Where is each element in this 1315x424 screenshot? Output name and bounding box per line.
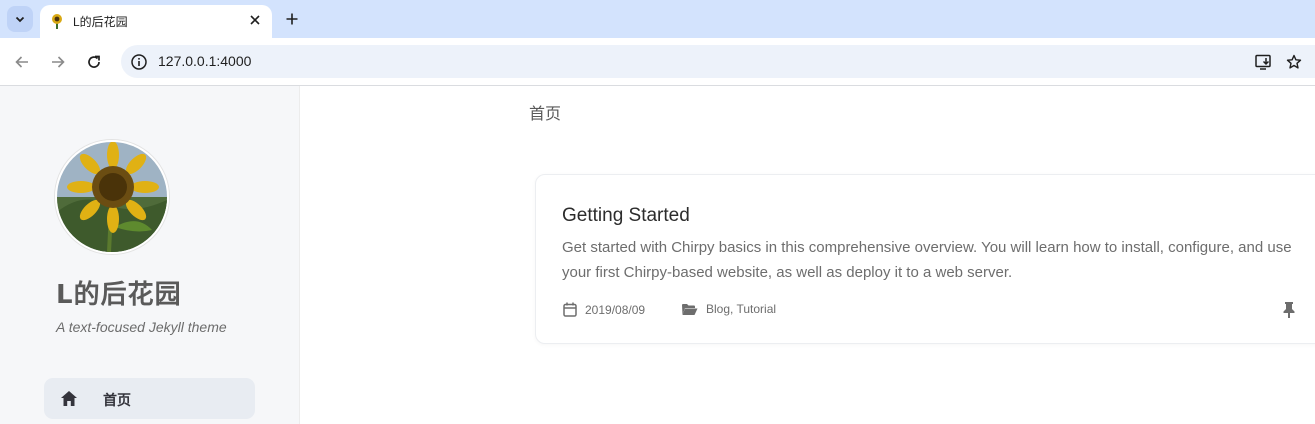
tab-close-button[interactable] (247, 12, 263, 28)
chevron-down-icon (15, 16, 25, 23)
browser-tabstrip: L的后花园 (0, 0, 1315, 38)
new-tab-button[interactable] (281, 8, 303, 30)
bookmark-button[interactable] (1284, 52, 1304, 72)
sidebar-item-home[interactable]: 首页 (44, 378, 255, 419)
home-icon (61, 391, 77, 406)
arrow-left-icon (15, 56, 28, 68)
info-icon[interactable] (130, 53, 148, 71)
star-icon (1286, 54, 1302, 69)
post-categories-text[interactable]: Blog, Tutorial (706, 302, 776, 316)
browser-tab-active[interactable]: L的后花园 (40, 5, 272, 38)
breadcrumb: 首页 (529, 104, 562, 123)
install-app-button[interactable] (1253, 52, 1273, 72)
post-excerpt: Get started with Chirpy basics in this c… (562, 239, 1292, 281)
reload-button[interactable] (82, 50, 106, 74)
back-button[interactable] (10, 50, 34, 74)
arrow-right-icon (52, 56, 65, 68)
tab-search-button[interactable] (7, 6, 33, 32)
post-date: 2019/08/09 (563, 302, 645, 317)
avatar-image (57, 142, 167, 252)
reload-icon (88, 55, 100, 68)
browser-toolbar: 127.0.0.1:4000 (0, 38, 1315, 86)
close-icon (250, 15, 260, 25)
forward-button[interactable] (46, 50, 70, 74)
address-bar[interactable]: 127.0.0.1:4000 (121, 45, 1315, 78)
post-card[interactable]: Getting Started Get started with Chirpy … (535, 174, 1315, 344)
sunflower-avatar[interactable] (55, 140, 169, 254)
plus-icon (286, 13, 298, 25)
folder-open-icon (682, 303, 698, 315)
site-subtitle: A text-focused Jekyll theme (56, 319, 227, 335)
calendar-icon (563, 302, 577, 317)
tab-title: L的后花园 (73, 15, 128, 29)
sunflower-favicon (52, 14, 62, 29)
post-date-text: 2019/08/09 (585, 302, 646, 317)
post-title[interactable]: Getting Started (562, 205, 690, 227)
url-text[interactable]: 127.0.0.1:4000 (158, 53, 251, 69)
site-title[interactable]: L的后花园 (56, 274, 182, 311)
sidebar: L的后花园 A text-focused Jekyll theme 首页 (0, 86, 300, 424)
install-app-icon (1254, 54, 1271, 70)
pin-icon (1283, 302, 1295, 318)
post-categories: Blog, Tutorial (681, 302, 776, 316)
sidebar-item-label: 首页 (103, 393, 131, 409)
